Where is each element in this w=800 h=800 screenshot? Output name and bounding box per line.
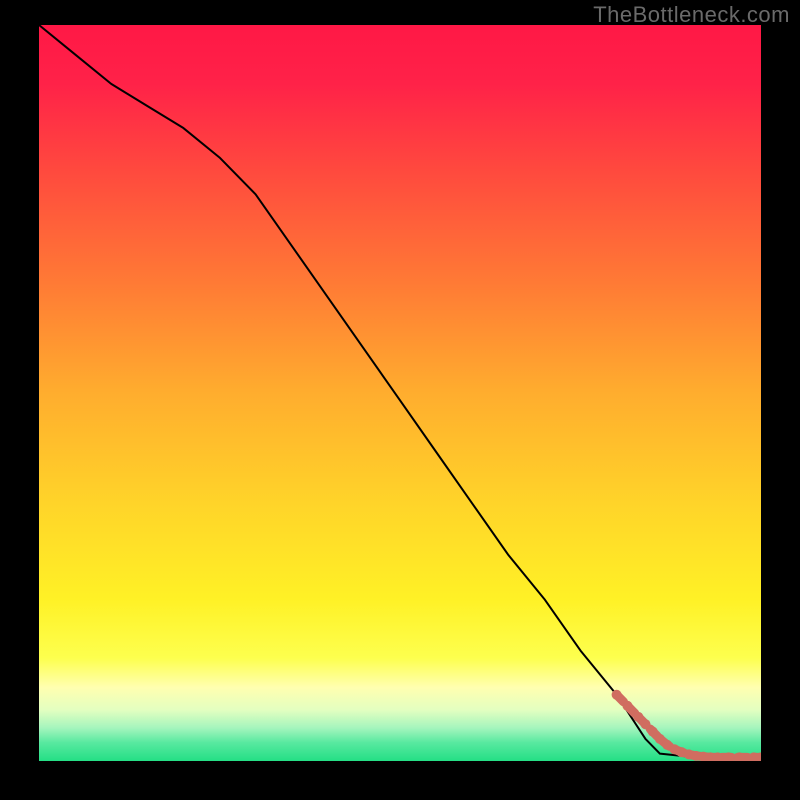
chart-svg — [39, 25, 761, 761]
gradient-background — [39, 25, 761, 761]
marker-point — [633, 712, 643, 722]
marker-point — [648, 727, 658, 737]
marker-point — [640, 719, 650, 729]
chart-container: TheBottleneck.com — [0, 0, 800, 800]
marker-point — [622, 701, 632, 711]
marker-point — [612, 690, 622, 700]
plot-area — [39, 25, 761, 761]
